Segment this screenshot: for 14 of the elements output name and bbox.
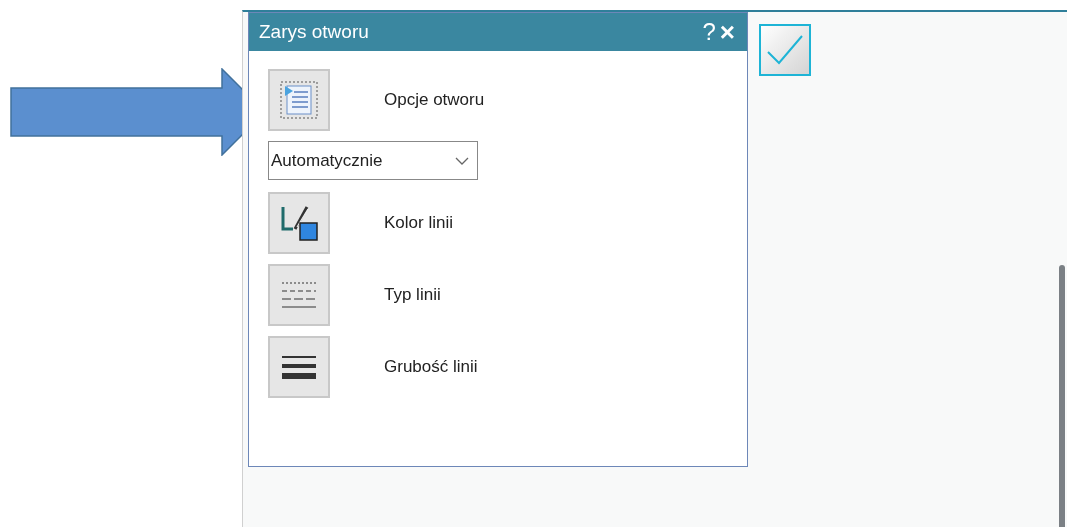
close-button[interactable]: ×: [717, 19, 737, 45]
checkmark-icon: [766, 33, 804, 67]
list-icon: [277, 78, 321, 122]
option-label: Grubość linii: [384, 356, 478, 379]
help-button[interactable]: ?: [700, 20, 718, 44]
chevron-down-icon: [455, 156, 469, 165]
option-label: Kolor linii: [384, 212, 453, 235]
icon-button[interactable]: [268, 192, 330, 254]
option-label: Opcje otworu: [384, 89, 485, 112]
dropdown[interactable]: Automatycznie: [268, 141, 478, 180]
option-label: Typ linii: [384, 284, 441, 307]
icon-button[interactable]: [268, 336, 330, 398]
confirm-button[interactable]: [759, 24, 811, 76]
dialog-title: Zarys otworu: [259, 19, 370, 44]
